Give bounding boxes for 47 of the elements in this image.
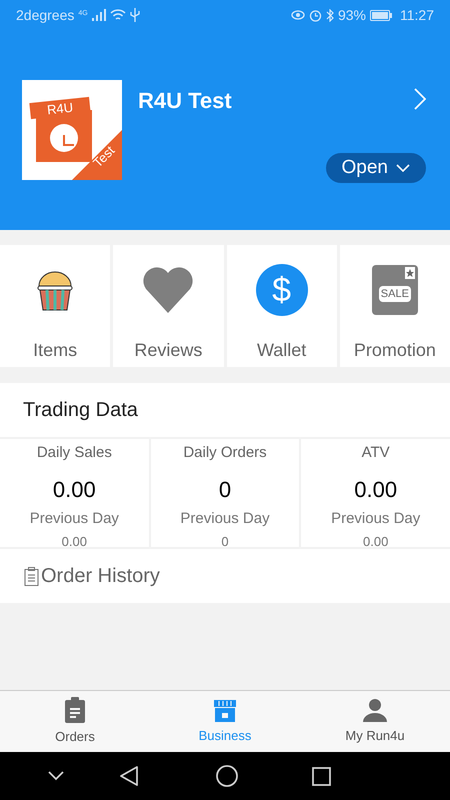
eye-icon — [290, 10, 305, 20]
order-history-row[interactable]: Order History — [0, 549, 450, 603]
metric-label: Daily Orders — [183, 443, 267, 463]
previous-day-value: 0.00 — [363, 533, 388, 551]
recents-icon[interactable] — [312, 766, 331, 786]
section-title: Trading Data — [22, 398, 139, 423]
status-dropdown[interactable]: Open — [326, 153, 426, 183]
home-icon[interactable] — [216, 765, 238, 787]
metric-value: 0.00 — [52, 476, 96, 504]
wifi-icon — [110, 9, 126, 21]
clock-time: 11:27 — [400, 6, 434, 24]
back-icon[interactable] — [120, 766, 138, 786]
nav-tab[interactable]: Business — [150, 691, 300, 752]
battery-percent: 93% — [338, 6, 366, 24]
previous-day-label: Previous Day — [180, 508, 270, 528]
clipboard-icon — [24, 566, 39, 586]
sale-tag-icon: SALE — [372, 265, 418, 315]
metric-label: ATV — [362, 443, 390, 463]
previous-day-label: Previous Day — [30, 508, 119, 528]
shortcut-tile[interactable]: $ Wallet — [226, 245, 337, 367]
shortcut-tile[interactable]: Items — [0, 245, 110, 367]
previous-day-value: 0 — [221, 533, 229, 551]
store-name: R4U Test — [138, 87, 232, 115]
metric-value: 0.00 — [354, 476, 398, 504]
metric-label: Daily Sales — [36, 443, 112, 463]
nav-tab[interactable]: My Run4u — [300, 691, 450, 752]
alarm-icon — [308, 8, 322, 22]
heart-icon — [142, 267, 194, 313]
store-icon — [213, 698, 237, 722]
chevron-right-icon[interactable] — [414, 88, 426, 110]
battery-icon — [370, 10, 392, 20]
dollar-icon: $ — [256, 264, 308, 316]
shortcut-tile[interactable]: SALE Promotion — [340, 245, 450, 367]
usb-icon — [130, 8, 140, 22]
chevron-down-icon — [396, 164, 410, 172]
nav-tab[interactable]: Orders — [0, 691, 150, 752]
bluetooth-icon — [326, 8, 334, 22]
person-icon — [363, 698, 387, 722]
carrier-name: 2degrees — [16, 6, 74, 25]
clipboard-icon — [65, 696, 85, 723]
metric-value: 0 — [218, 476, 232, 504]
chevron-down-icon[interactable] — [48, 771, 64, 781]
shortcut-tile[interactable]: Reviews — [113, 245, 224, 367]
previous-day-value: 0.00 — [62, 533, 87, 551]
store-logo: R4U Test — [22, 80, 122, 180]
signal-icon — [92, 9, 106, 21]
previous-day-label: Previous Day — [331, 508, 420, 528]
